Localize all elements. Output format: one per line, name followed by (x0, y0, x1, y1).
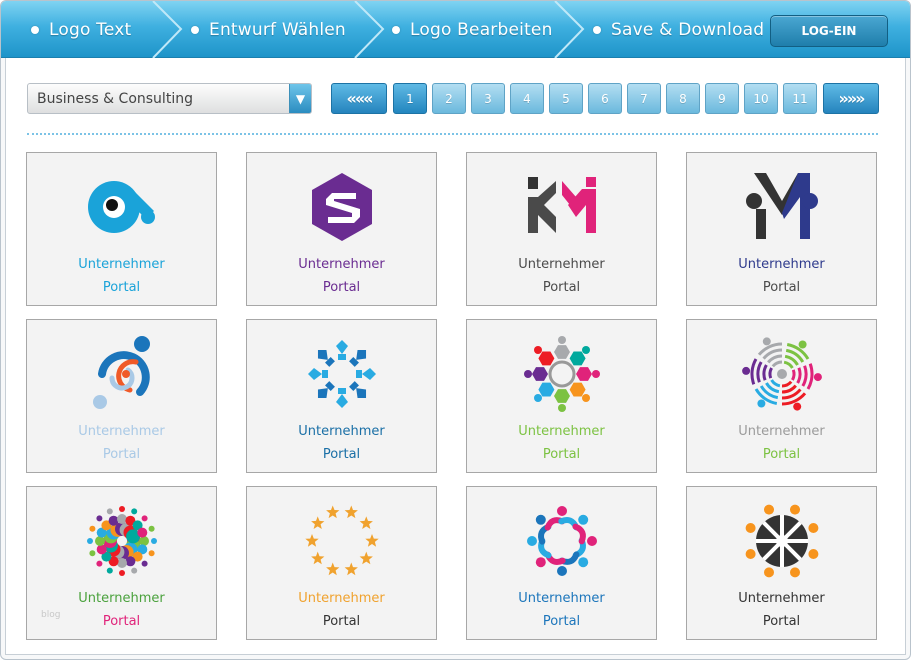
step-separator-icon (354, 1, 385, 58)
logo-name-line2: Portal (322, 614, 361, 629)
logo-card[interactable]: Unternehmer Portal (466, 486, 657, 640)
logo-card[interactable]: Unternehmer Portal (686, 319, 877, 473)
step-label: Save & Download (611, 19, 765, 40)
content-panel: Business & Consulting ▼ ««« 1 2 3 4 5 6 7 8 9 10 11… (5, 58, 906, 655)
chevron-down-icon[interactable]: ▼ (289, 84, 311, 113)
signal-people-icon (742, 337, 822, 411)
step-label: Logo Text (49, 19, 132, 40)
step-choose-design[interactable]: Entwurf Wählen (191, 1, 346, 58)
logo-name-line1: Unternehmer (298, 591, 385, 606)
step-bullet-icon (392, 25, 400, 34)
step-separator-icon (152, 1, 183, 58)
wizard-bar: Logo Text Entwurf Wählen Logo Bearbeiten… (1, 1, 910, 58)
logo-name-line2: Portal (542, 280, 581, 295)
step-save-download[interactable]: Save & Download (593, 1, 764, 58)
page-button[interactable]: 7 (627, 83, 661, 114)
eye-infinity-icon (88, 181, 155, 233)
step-bullet-icon (191, 25, 199, 34)
logo-name-line2: Portal (542, 447, 581, 462)
page-button[interactable]: 6 (588, 83, 622, 114)
page-button[interactable]: 10 (744, 83, 778, 114)
logo-name-line2: Portal (102, 280, 141, 295)
page-button[interactable]: 5 (549, 83, 583, 114)
hexagon-ring-people-icon (524, 336, 600, 412)
logo-card[interactable]: Unternehmer Portal (686, 486, 877, 640)
m-people-icon (746, 173, 818, 239)
logo-name-line1: Unternehmer (78, 424, 165, 439)
logo-name-line2: Portal (762, 614, 801, 629)
next-pages-button[interactable]: »»» (823, 83, 879, 114)
logo-name-line2: Portal (322, 280, 361, 295)
page-button[interactable]: 8 (666, 83, 700, 114)
category-select-value: Business & Consulting (37, 90, 193, 107)
logo-name-line1: Unternehmer (78, 591, 165, 606)
blue-ring-people-icon (308, 340, 376, 408)
colorful-ring-people-icon (527, 506, 597, 576)
logo-name-line2: Portal (762, 280, 801, 295)
dotted-divider (27, 133, 878, 135)
app-frame: Logo Text Entwurf Wählen Logo Bearbeiten… (0, 0, 911, 660)
page-button[interactable]: 4 (510, 83, 544, 114)
page-button[interactable]: 11 (783, 83, 817, 114)
login-button[interactable]: LOG-EIN (770, 15, 888, 47)
logo-name-line1: Unternehmer (738, 591, 825, 606)
logo-card[interactable]: Unternehmer Portal (246, 486, 437, 640)
step-edit-logo[interactable]: Logo Bearbeiten (392, 1, 553, 58)
page-button[interactable]: 9 (705, 83, 739, 114)
logo-name-line2: Portal (102, 447, 141, 462)
star-ring-people-icon (305, 505, 379, 576)
logo-name-line1: Unternehmer (298, 424, 385, 439)
logo-card[interactable]: Unternehmer Portal (246, 152, 437, 306)
page-button[interactable]: 3 (471, 83, 505, 114)
page-button[interactable]: 1 (393, 83, 427, 114)
logo-card[interactable]: Unternehmer Portal (466, 152, 657, 306)
logo-card[interactable]: Unternehmer Portal (466, 319, 657, 473)
orbit-people-icon (93, 336, 150, 409)
dark-wheel-people-icon (745, 504, 819, 578)
logo-name-line1: Unternehmer (518, 591, 605, 606)
logo-card[interactable]: Unternehmer Portal (26, 319, 217, 473)
logo-name-line1: Unternehmer (738, 424, 825, 439)
step-logo-text[interactable]: Logo Text (31, 1, 131, 58)
logo-name-line2: Portal (762, 447, 801, 462)
logo-name-line1: Unternehmer (298, 257, 385, 272)
step-separator-icon (554, 1, 585, 58)
logo-card[interactable]: Unternehmer Portal (686, 152, 877, 306)
step-label: Entwurf Wählen (209, 19, 346, 40)
watermark-text: blog (41, 610, 61, 620)
logo-name-line2: Portal (542, 614, 581, 629)
step-bullet-icon (31, 25, 39, 34)
logo-name-line1: Unternehmer (518, 424, 605, 439)
km-monogram-icon (528, 177, 596, 233)
category-select[interactable]: Business & Consulting ▼ (27, 83, 312, 114)
page-button[interactable]: 2 (432, 83, 466, 114)
logo-name-line1: Unternehmer (78, 257, 165, 272)
logo-card[interactable]: Unternehmer Portal (26, 152, 217, 306)
logo-name-line1: Unternehmer (738, 257, 825, 272)
step-bullet-icon (593, 25, 601, 34)
hexagon-s-icon (312, 173, 372, 241)
step-label: Logo Bearbeiten (410, 19, 553, 40)
logo-name-line2: Portal (322, 447, 361, 462)
prev-pages-button[interactable]: ««« (331, 83, 387, 114)
logo-card[interactable]: Unternehmer Portal (246, 319, 437, 473)
dot-burst-icon (87, 506, 157, 576)
logo-name-line1: Unternehmer (518, 257, 605, 272)
